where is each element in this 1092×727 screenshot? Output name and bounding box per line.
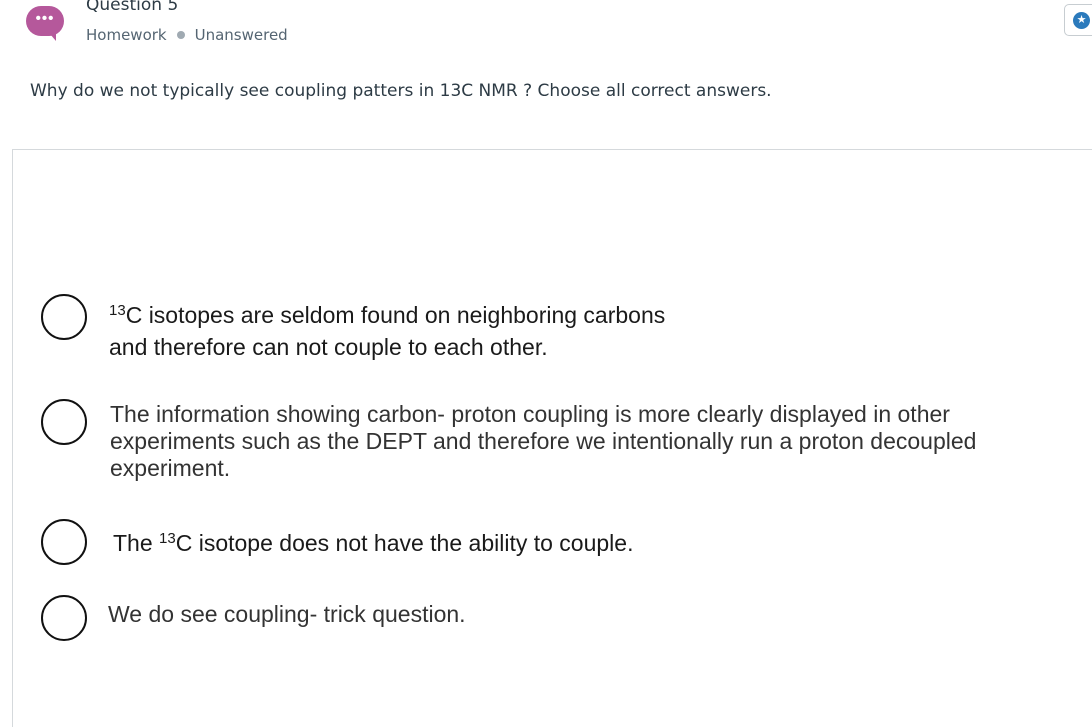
question-status: Unanswered	[194, 26, 288, 44]
ellipsis-icon: •••	[35, 10, 55, 27]
answer-option-2-line-1: The information showing carbon- proton c…	[110, 401, 950, 427]
answer-radio-2[interactable]	[41, 399, 87, 445]
separator-dot-icon	[176, 31, 185, 39]
answer-radio-1[interactable]	[41, 294, 87, 340]
question-prompt: Why do we not typically see coupling pat…	[30, 81, 772, 101]
question-meta: Homework Unanswered	[86, 25, 288, 45]
question-page: ••• Question 5 Homework Unanswered ★ Why…	[0, 0, 1092, 727]
question-category: Homework	[86, 26, 167, 44]
speech-bubble-tail	[50, 34, 56, 41]
star-icon: ★	[1073, 12, 1090, 29]
superscript-13: 13	[109, 302, 126, 319]
bookmark-button[interactable]: ★	[1064, 4, 1092, 36]
answer-option-3-rest: C isotope does not have the ability to c…	[175, 530, 634, 556]
answer-option-3-pre: The	[113, 530, 160, 556]
answer-option-2-line-2: experiments such as the DEPT and therefo…	[110, 428, 977, 454]
answer-option-1-text: C isotopes are seldom found on neighbori…	[125, 302, 666, 328]
answer-option-1-line-1: 13C isotopes are seldom found on neighbo…	[109, 300, 665, 334]
question-avatar-icon: •••	[26, 6, 64, 41]
superscript-13: 13	[159, 530, 176, 547]
answer-radio-4[interactable]	[41, 595, 87, 641]
answer-option-1-line-2: and therefore can not couple to each oth…	[109, 334, 548, 360]
question-title: Question 5	[86, 0, 179, 15]
answer-radio-3[interactable]	[41, 519, 87, 565]
answer-option-3-text: The 13C isotope does not have the abilit…	[113, 528, 633, 562]
answer-option-2-line-3: experiment.	[110, 455, 231, 481]
answer-option-4-text: We do see coupling- trick question.	[108, 601, 466, 627]
